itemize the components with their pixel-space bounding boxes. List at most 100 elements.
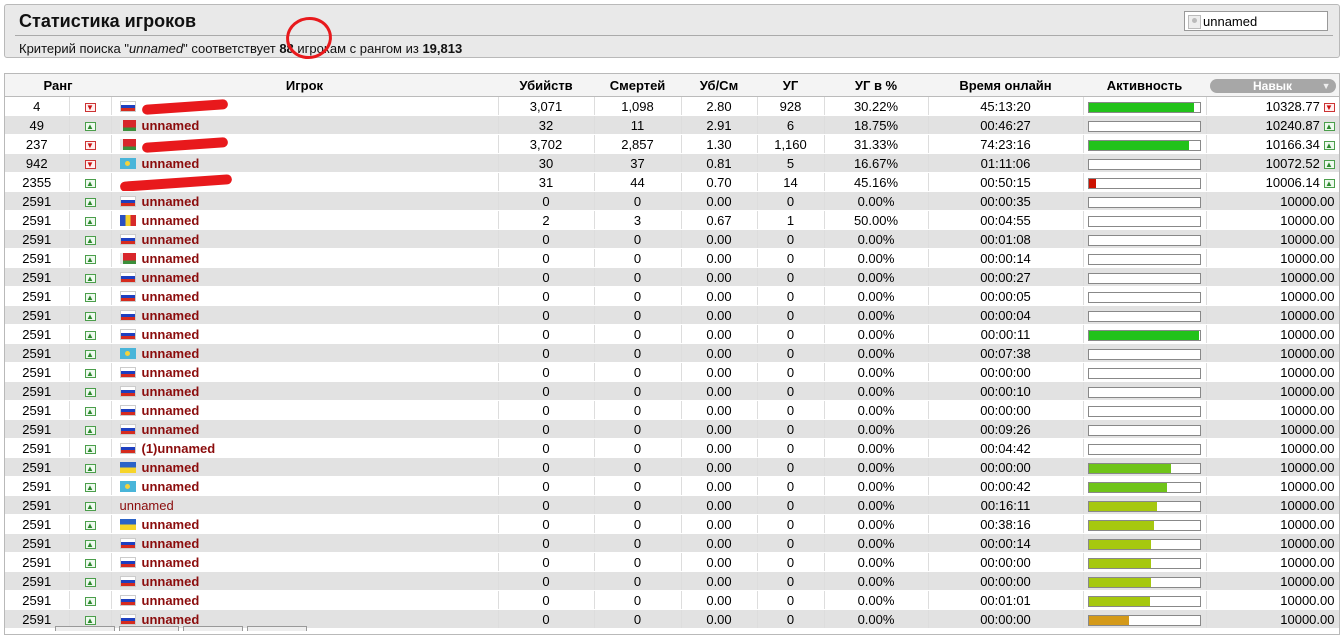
table-row[interactable]: 2591 ▲ (1)unnamed 0 0 0.00 0 0.00% 00:04:42 10000…: [5, 438, 1339, 458]
table-row[interactable]: 2591 ▲ unnamed 0 0 0.00 0 0.00% 00:00:14 10000.00: [5, 533, 1339, 553]
player-name-link[interactable]: unnamed: [142, 327, 200, 342]
player-name-link[interactable]: unnamed: [142, 479, 200, 494]
arrow-up-icon: ▲: [84, 558, 96, 568]
player-cell: (1)unnamed: [111, 438, 499, 458]
headshot-pct-cell: 50.00%: [824, 210, 929, 230]
kills-cell: 0: [498, 552, 595, 572]
player-name-link[interactable]: unnamed: [142, 289, 200, 304]
table-row[interactable]: 2591 ▲ unnamed 0 0 0.00 0 0.00% 00:07:38 10000.00: [5, 343, 1339, 363]
table-row[interactable]: 2591 ▲ unnamed 0 0 0.00 0 0.00% 00:00:35 10000.00: [5, 191, 1339, 211]
table-row[interactable]: 2591 ▲ unnamed 0 0 0.00 0 0.00% 00:00:42 10000.00: [5, 476, 1339, 496]
player-name-link[interactable]: unnamed: [142, 308, 200, 323]
col-headshot-pct[interactable]: УГ в %: [824, 74, 928, 97]
bottom-tab[interactable]: [247, 626, 307, 631]
table-row[interactable]: 2591 ▲ unnamed 2 3 0.67 1 50.00% 00:04:55 10000.0…: [5, 210, 1339, 230]
table-row[interactable]: 2591 ▲ unnamed 0 0 0.00 0 0.00% 00:00:04 10000.00: [5, 305, 1339, 325]
table-row[interactable]: 2591 ▲ unnamed 0 0 0.00 0 0.00% 00:00:00 10000.00: [5, 457, 1339, 477]
col-deaths[interactable]: Смертей: [594, 74, 681, 97]
player-name-link[interactable]: unnamed: [142, 574, 200, 589]
activity-cell: [1083, 495, 1207, 515]
table-row[interactable]: 2591 ▲ unnamed 0 0 0.00 0 0.00% 00:00:05 10000.00: [5, 286, 1339, 306]
online-time-cell: 00:00:14: [928, 533, 1084, 553]
activity-bar: [1088, 291, 1201, 303]
player-name-link[interactable]: unnamed: [142, 232, 200, 247]
player-name-link[interactable]: unnamed: [142, 555, 200, 570]
table-row[interactable]: 2591 ▲ unnamed 0 0 0.00 0 0.00% 00:00:14 10000.00: [5, 248, 1339, 268]
col-online-time[interactable]: Время онлайн: [928, 74, 1083, 97]
player-name-link[interactable]: unnamed: [142, 403, 200, 418]
player-name-link[interactable]: unnamed: [142, 118, 200, 133]
headshot-pct-cell: 16.67%: [824, 153, 929, 173]
table-row[interactable]: 2591 ▲ unnamed 0 0 0.00 0 0.00% 00:00:00 10000.00: [5, 362, 1339, 382]
table-row[interactable]: 2591 ▲ unnamed 0 0 0.00 0 0.00% 00:00:00 10000.00: [5, 400, 1339, 420]
table-row[interactable]: 942 ▼ unnamed 30 37 0.81 5 16.67% 01:11:06 10072.…: [5, 153, 1339, 173]
online-time-cell: 00:16:11: [928, 495, 1084, 515]
player-name-link[interactable]: unnamed: [142, 365, 200, 380]
rank-trend-cell: ▲: [69, 305, 112, 325]
headshot-pct-cell: 0.00%: [824, 438, 929, 458]
col-activity[interactable]: Активность: [1083, 74, 1206, 97]
bottom-tab[interactable]: [183, 626, 243, 631]
activity-bar: [1088, 196, 1201, 208]
col-headshots[interactable]: УГ: [757, 74, 824, 97]
activity-cell: [1083, 96, 1207, 116]
player-search[interactable]: [1184, 11, 1328, 31]
search-input[interactable]: [1203, 12, 1323, 30]
skill-sort-button[interactable]: Навык: [1209, 78, 1336, 93]
player-name-link[interactable]: unnamed: [142, 346, 200, 361]
online-time-cell: 00:01:01: [928, 590, 1084, 610]
player-name-link[interactable]: unnamed: [142, 384, 200, 399]
table-row[interactable]: 2591 ▲ unnamed 0 0 0.00 0 0.00% 00:00:00 10000.00: [5, 552, 1339, 572]
rank-trend-cell: ▲: [69, 495, 112, 515]
col-player[interactable]: Игрок: [111, 74, 498, 97]
table-row[interactable]: 2591 ▲ unnamed 0 0 0.00 0 0.00% 00:16:11 10000.00: [5, 495, 1339, 515]
table-row[interactable]: 2591 ▲ unnamed 0 0 0.00 0 0.00% 00:00:27 10000.00: [5, 267, 1339, 287]
table-row[interactable]: 2591 ▲ unnamed 0 0 0.00 0 0.00% 00:01:01 10000.00: [5, 590, 1339, 610]
table-row[interactable]: 2591 ▲ unnamed 0 0 0.00 0 0.00% 00:00:00 10000.00: [5, 571, 1339, 591]
headshots-cell: 14: [757, 172, 825, 192]
player-name-link[interactable]: unnamed: [142, 251, 200, 266]
online-time-cell: 00:00:00: [928, 457, 1084, 477]
player-name-link[interactable]: unnamed: [142, 593, 200, 608]
deaths-cell: 0: [594, 343, 682, 363]
table-row[interactable]: 2591 ▲ unnamed 0 0 0.00 0 0.00% 00:00:10 10000.00: [5, 381, 1339, 401]
activity-bar: [1088, 215, 1201, 227]
rank-cell: 2591: [5, 343, 70, 363]
player-name-link[interactable]: unnamed: [142, 460, 200, 475]
headshots-cell: 928: [757, 96, 825, 116]
player-name-link[interactable]: unnamed: [142, 536, 200, 551]
table-row[interactable]: 2591 ▲ unnamed 0 0 0.00 0 0.00% 00:38:16 10000.00: [5, 514, 1339, 534]
col-skill[interactable]: Навык: [1206, 74, 1339, 97]
col-kd[interactable]: Уб/См: [681, 74, 757, 97]
rank-trend-cell: ▲: [69, 248, 112, 268]
player-name-link[interactable]: unnamed: [142, 270, 200, 285]
table-row[interactable]: 2355 ▲ 31 44 0.70 14 45.16% 00:50:15 10006.14 ▲: [5, 172, 1339, 192]
headshots-cell: 0: [757, 552, 825, 572]
bottom-tab[interactable]: [55, 626, 115, 631]
bottom-tab[interactable]: [119, 626, 179, 631]
player-name-link[interactable]: unnamed: [142, 156, 200, 171]
summary-prefix: Критерий поиска ": [19, 41, 129, 56]
rank-cell: 2591: [5, 229, 70, 249]
player-name-link[interactable]: unnamed: [120, 498, 174, 513]
kd-cell: 2.91: [681, 115, 758, 135]
table-row[interactable]: 2591 ▲ unnamed 0 0 0.00 0 0.00% 00:09:26 10000.00: [5, 419, 1339, 439]
col-rank[interactable]: Ранг: [5, 74, 111, 97]
table-row[interactable]: 2591 ▲ unnamed 0 0 0.00 0 0.00% 00:01:08 10000.00: [5, 229, 1339, 249]
arrow-up-icon: ▲: [84, 596, 96, 606]
table-row[interactable]: 2591 ▲ unnamed 0 0 0.00 0 0.00% 00:00:11 10000.00: [5, 324, 1339, 344]
table-row[interactable]: 49 ▲ unnamed 32 11 2.91 6 18.75% 00:46:27 10240.8…: [5, 115, 1339, 135]
player-name-link[interactable]: (1)unnamed: [142, 441, 216, 456]
player-cell: unnamed: [111, 153, 499, 173]
player-cell: [111, 96, 499, 116]
kills-cell: 0: [498, 495, 595, 515]
player-name-link[interactable]: unnamed: [142, 517, 200, 532]
activity-bar: [1088, 234, 1201, 246]
col-kills[interactable]: Убийств: [498, 74, 594, 97]
table-row[interactable]: 237 ▼ 3,702 2,857 1.30 1,160 31.33% 74:23:16 101…: [5, 134, 1339, 154]
skill-cell: 10000.00: [1206, 248, 1339, 268]
player-name-link[interactable]: unnamed: [142, 194, 200, 209]
player-name-link[interactable]: unnamed: [142, 213, 200, 228]
table-row[interactable]: 4 ▼ 3,071 1,098 2.80 928 30.22% 45:13:20 10328.7…: [5, 96, 1339, 116]
player-name-link[interactable]: unnamed: [142, 422, 200, 437]
